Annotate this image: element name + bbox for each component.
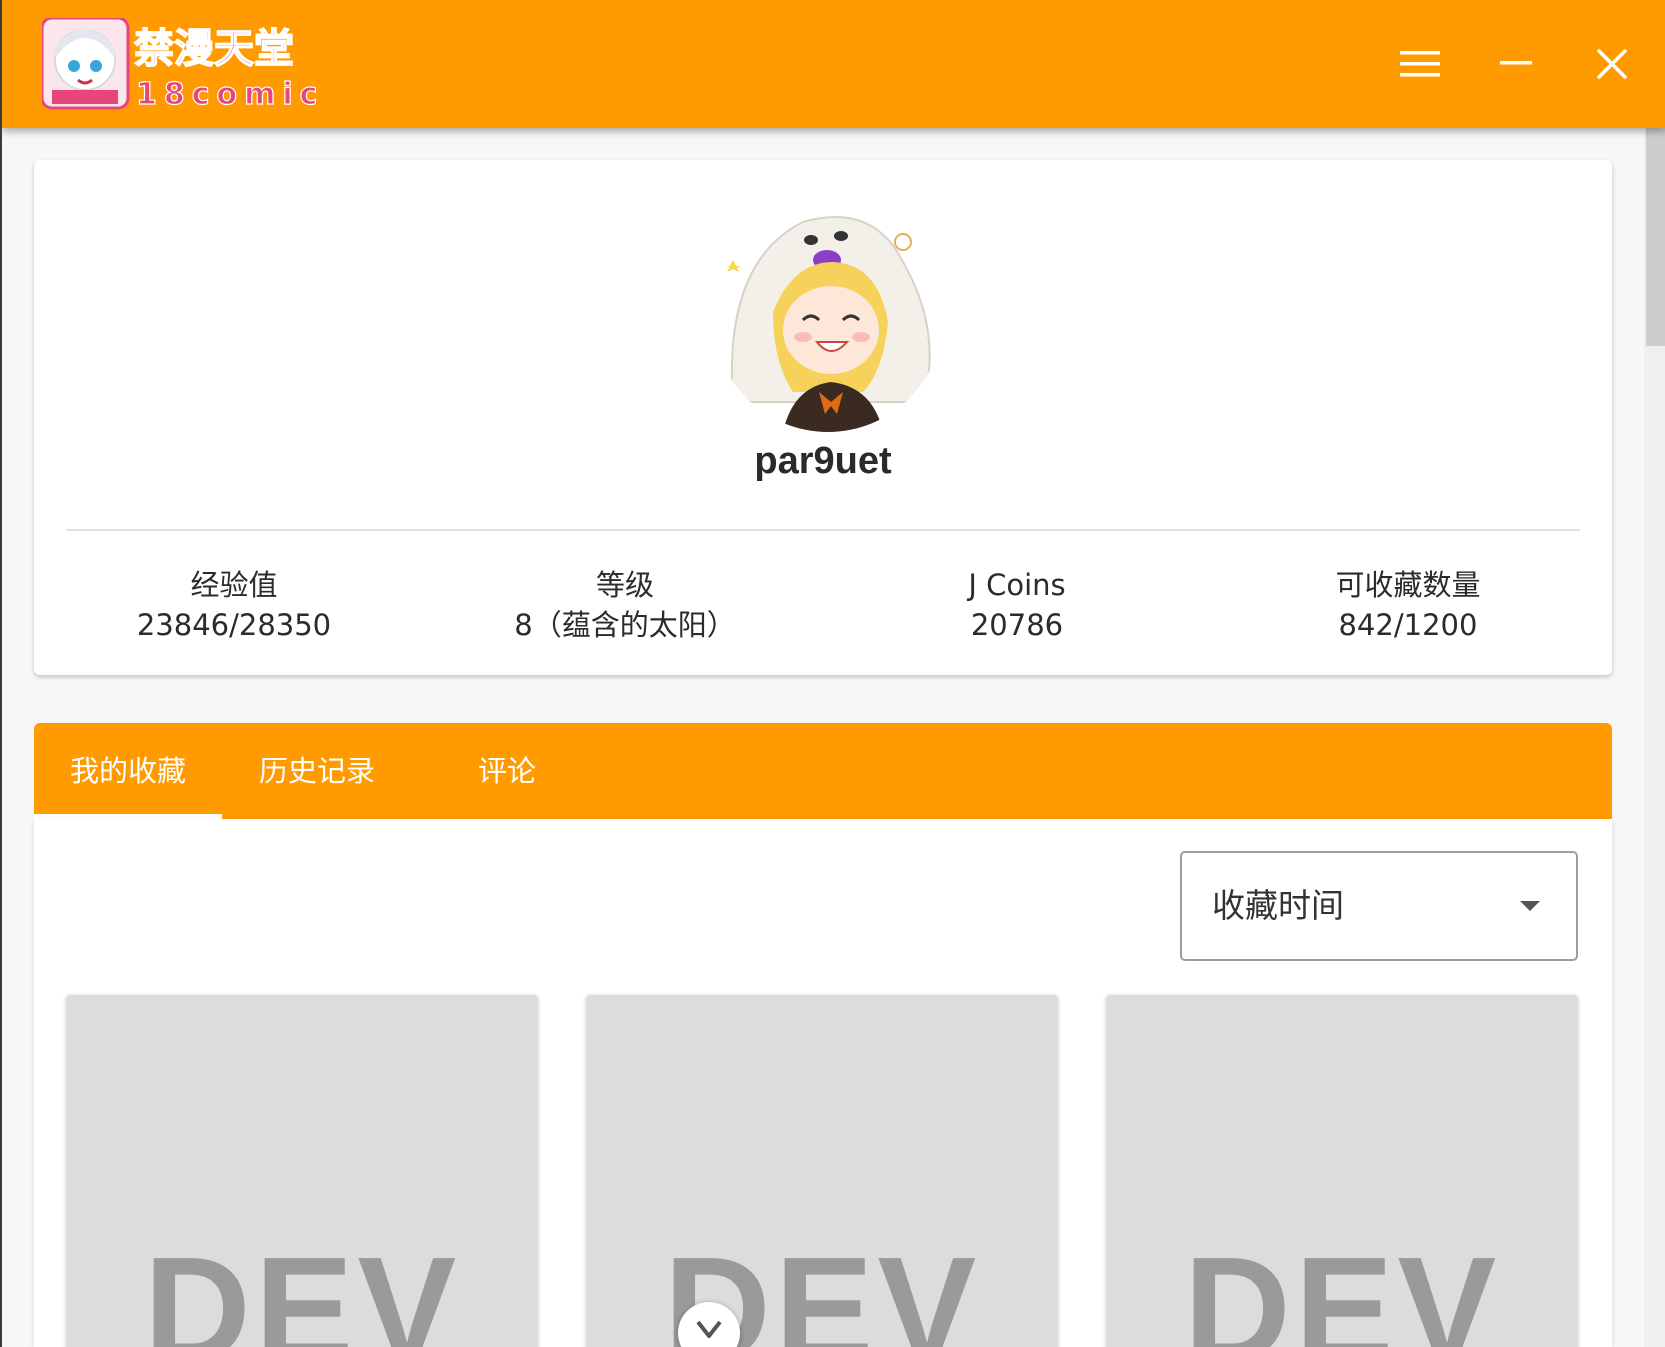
stat-label: 可收藏数量 — [1335, 568, 1481, 602]
logo-title: 禁漫天堂 — [134, 26, 294, 72]
title-bar: 禁漫天堂 18comic — [2, 0, 1665, 128]
logo-subtitle: 18comic — [136, 77, 324, 112]
app-window: 禁漫天堂 18comic par9uet 经验值 23846/28350 等级 … — [0, 0, 1665, 1347]
tab-favorites[interactable]: 我的收藏 — [34, 723, 222, 819]
sort-selected-value: 收藏时间 — [1212, 886, 1344, 925]
menu-button[interactable] — [1390, 34, 1450, 94]
profile-divider — [66, 529, 1580, 531]
chevron-down-icon — [696, 1320, 722, 1338]
username: par9uet — [754, 440, 892, 482]
hamburger-menu-icon — [1400, 51, 1440, 77]
sort-select[interactable]: 收藏时间 — [1180, 851, 1578, 961]
stat-value: 20786 — [970, 608, 1064, 642]
stat-label: 等级 — [595, 568, 654, 602]
minimize-icon — [1500, 61, 1532, 65]
close-button[interactable] — [1582, 34, 1642, 94]
stat-value: 8（蕴含的太阳） — [514, 608, 736, 642]
close-icon — [1597, 49, 1627, 79]
stat-favorite-capacity: 可收藏数量 842/1200 — [1228, 565, 1588, 645]
stat-label: 经验值 — [190, 568, 278, 602]
tab-bar: 我的收藏 历史记录 评论 — [34, 723, 1612, 819]
comic-cover[interactable]: DEV — [586, 995, 1058, 1347]
stat-value: 23846/28350 — [136, 608, 332, 642]
logo-image: 禁漫天堂 18comic — [40, 16, 324, 113]
tab-comments[interactable]: 评论 — [412, 723, 602, 819]
cover-placeholder-text: DEV — [1183, 1227, 1501, 1347]
stat-label: J Coins — [968, 568, 1066, 602]
stat-experience: 经验值 23846/28350 — [54, 565, 414, 645]
tab-history[interactable]: 历史记录 — [222, 723, 412, 819]
app-logo[interactable]: 禁漫天堂 18comic — [40, 16, 342, 113]
cover-placeholder-text: DEV — [143, 1227, 461, 1347]
avatar[interactable] — [713, 202, 943, 432]
scrollbar-thumb[interactable] — [1646, 128, 1665, 346]
comic-cover[interactable]: DEV — [1106, 995, 1578, 1347]
stat-jcoins: J Coins 20786 — [837, 565, 1197, 645]
stat-level: 等级 8（蕴含的太阳） — [445, 565, 805, 645]
minimize-button[interactable] — [1486, 34, 1546, 94]
cover-placeholder-text: DEV — [663, 1227, 981, 1347]
comic-cover[interactable]: DEV — [66, 995, 538, 1347]
stat-value: 842/1200 — [1338, 608, 1478, 642]
avatar-image — [713, 202, 943, 432]
dropdown-arrow-icon — [1520, 901, 1540, 911]
